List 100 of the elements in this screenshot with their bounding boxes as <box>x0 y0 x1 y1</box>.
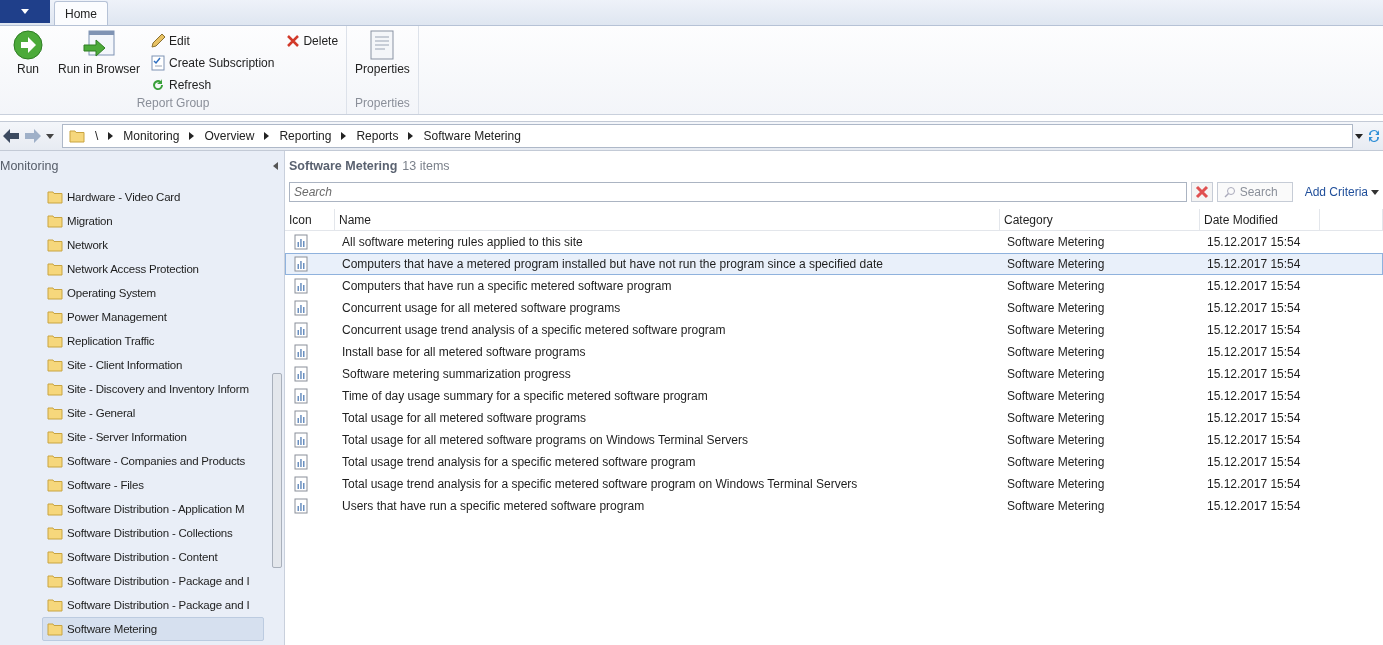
report-icon <box>294 278 308 294</box>
checklist-icon <box>150 55 167 71</box>
tree-item[interactable]: Site - Server Information <box>42 425 264 449</box>
clear-button[interactable] <box>1190 182 1213 202</box>
ribbon-tab[interactable]: Home <box>54 1 108 25</box>
tree-item-label: Power Management <box>67 311 167 323</box>
category-cell-text: Software Metering <box>1006 389 1106 403</box>
folder-icon <box>47 430 63 444</box>
breadcrumb[interactable]: Software Metering <box>423 129 521 143</box>
group-label: Properties <box>354 96 411 112</box>
report-icon <box>294 454 308 470</box>
ribbon-button[interactable]: Properties <box>353 30 412 96</box>
table-row[interactable]: Computers that have a metered program installed but have not run the program since a specified date Software Metering 15.12.2017 15:54 <box>285 253 1383 275</box>
category-cell-text: Software Metering <box>1006 323 1106 337</box>
column-header[interactable]: Name <box>335 209 1000 230</box>
tree-item[interactable]: Hardware - Video Card <box>42 185 264 209</box>
tree-item[interactable]: Operating System <box>42 281 264 305</box>
search-icon <box>1223 186 1236 198</box>
table-row[interactable]: All software metering rules applied to this site Software Metering 15.12.2017 15:54 <box>285 231 1383 253</box>
column-header[interactable]: Category <box>1000 209 1200 230</box>
chevron-icon <box>408 132 414 140</box>
breadcrumb[interactable]: Overview <box>204 129 255 143</box>
breadcrumb[interactable]: \ <box>95 129 99 143</box>
address-bar[interactable]: \ Monitoring Overview Reporting Reports Software Metering <box>62 124 1353 148</box>
tree-item[interactable]: Migration <box>42 209 264 233</box>
breadcrumb[interactable]: Reporting <box>279 129 332 143</box>
tree-item-label: Software Distribution - Package and I <box>67 575 250 587</box>
tree-item-label: Site - Client Information <box>67 359 183 371</box>
name-cell-text: Install base for all metered software programs <box>341 345 587 359</box>
table-row[interactable]: Users that have run a specific metered software program Software Metering 15.12.2017 15:54 <box>285 495 1383 517</box>
caret-icon <box>21 9 29 14</box>
name-cell-text: All software metering rules applied to this site <box>341 235 584 249</box>
add-criteria-link[interactable]: Add Criteria <box>1296 185 1379 199</box>
table-row[interactable]: Install base for all metered software programs Software Metering 15.12.2017 15:54 <box>285 341 1383 363</box>
category-cell-text: Software Metering <box>1006 345 1106 359</box>
category-cell-text: Software Metering <box>1006 411 1106 425</box>
ribbon-button[interactable]: Delete <box>284 30 341 52</box>
date-cell-text: 15.12.2017 15:54 <box>1206 477 1302 491</box>
app-menu-button[interactable] <box>0 0 50 23</box>
table-row[interactable]: Total usage trend analysis for a specific metered software program on Windows Terminal Servers Software Metering 15.12.2017 15:54 <box>285 473 1383 495</box>
name-cell-text: Time of day usage summary for a specific metered software program <box>341 389 709 403</box>
chevron-icon <box>273 162 278 170</box>
table-row[interactable]: Total usage for all metered software programs Software Metering 15.12.2017 15:54 <box>285 407 1383 429</box>
name-cell-text: Total usage for all metered software programs on Windows Terminal Servers <box>341 433 749 447</box>
history-dropdown[interactable] <box>44 133 56 139</box>
folder-icon <box>47 286 63 300</box>
collapse-button[interactable] <box>271 162 280 170</box>
tree-item[interactable]: Power Management <box>42 305 264 329</box>
column-header[interactable]: Date Modified <box>1200 209 1320 230</box>
caret-icon <box>1371 189 1379 195</box>
tree-item[interactable]: Software Distribution - Content <box>42 545 264 569</box>
tree-item[interactable]: Network <box>42 233 264 257</box>
tree-item[interactable]: Software Distribution - Package and I <box>42 569 264 593</box>
tree-item[interactable]: Site - Discovery and Inventory Inform <box>42 377 264 401</box>
report-icon <box>294 256 308 272</box>
table-row[interactable]: Total usage for all metered software programs on Windows Terminal Servers Software Metering 15.12.2017 15:54 <box>285 429 1383 451</box>
tree-item[interactable]: Site - General <box>42 401 264 425</box>
tree-item[interactable]: Software Distribution - Package and I <box>42 593 264 617</box>
tree-item-label: Hardware - Video Card <box>67 191 181 203</box>
category-cell-text: Software Metering <box>1006 433 1106 447</box>
table-row[interactable]: Concurrent usage trend analysis of a specific metered software program Software Metering 15.12.2017 15:54 <box>285 319 1383 341</box>
breadcrumb[interactable]: Monitoring <box>123 129 180 143</box>
table-row[interactable]: Computers that have run a specific metered software program Software Metering 15.12.2017 15:54 <box>285 275 1383 297</box>
date-cell-text: 15.12.2017 15:54 <box>1206 455 1302 469</box>
address-dropdown[interactable] <box>1353 133 1365 139</box>
close-icon <box>286 34 301 48</box>
date-cell-text: 15.12.2017 15:54 <box>1206 345 1302 359</box>
table-row[interactable]: Software metering summarization progress Software Metering 15.12.2017 15:54 <box>285 363 1383 385</box>
table-row[interactable]: Time of day usage summary for a specific metered software program Software Metering 15.12.2017 15:54 <box>285 385 1383 407</box>
tree-item[interactable]: Software Distribution - Application M <box>42 497 264 521</box>
folder-icon <box>47 262 63 276</box>
tree-item[interactable]: Network Access Protection <box>42 257 264 281</box>
table-row[interactable]: Total usage trend analysis for a specific metered software program Software Metering 15.12.2017 15:54 <box>285 451 1383 473</box>
ribbon-button[interactable]: Refresh <box>148 74 277 96</box>
tree-item-label: Migration <box>67 215 113 227</box>
tree-item-label: Site - Server Information <box>67 431 187 443</box>
tree-item[interactable]: Software - Companies and Products <box>42 449 264 473</box>
tree-item-label: Software - Companies and Products <box>67 455 246 467</box>
tree-item[interactable]: Software Metering <box>42 617 264 641</box>
breadcrumb[interactable]: Reports <box>356 129 399 143</box>
report-icon <box>294 432 308 448</box>
ribbon-button[interactable]: Run in Browser <box>56 30 143 96</box>
date-cell-text: 15.12.2017 15:54 <box>1206 389 1302 403</box>
folder-icon <box>47 238 63 252</box>
tree-item-label: Site - Discovery and Inventory Inform <box>67 383 249 395</box>
ribbon-button[interactable]: Create Subscription <box>148 52 277 74</box>
tree-item[interactable]: Software Distribution - Collections <box>42 521 264 545</box>
column-header[interactable]: Icon <box>285 209 335 230</box>
refresh-icon <box>1367 128 1381 144</box>
report-icon <box>294 300 308 316</box>
tree-item[interactable]: Replication Traffic <box>42 329 264 353</box>
tree-item[interactable]: Software - Files <box>42 473 264 497</box>
tree-item[interactable]: Site - Client Information <box>42 353 264 377</box>
ribbon-button[interactable]: Run <box>6 30 50 96</box>
table-row[interactable]: Concurrent usage for all metered software programs Software Metering 15.12.2017 15:54 <box>285 297 1383 319</box>
search-field[interactable]: Search <box>289 182 1187 202</box>
report-icon <box>294 476 308 492</box>
report-icon <box>294 498 308 514</box>
name-cell-text: Total usage trend analysis for a specific metered software program <box>341 455 697 469</box>
ribbon-button[interactable]: Edit <box>148 30 277 52</box>
